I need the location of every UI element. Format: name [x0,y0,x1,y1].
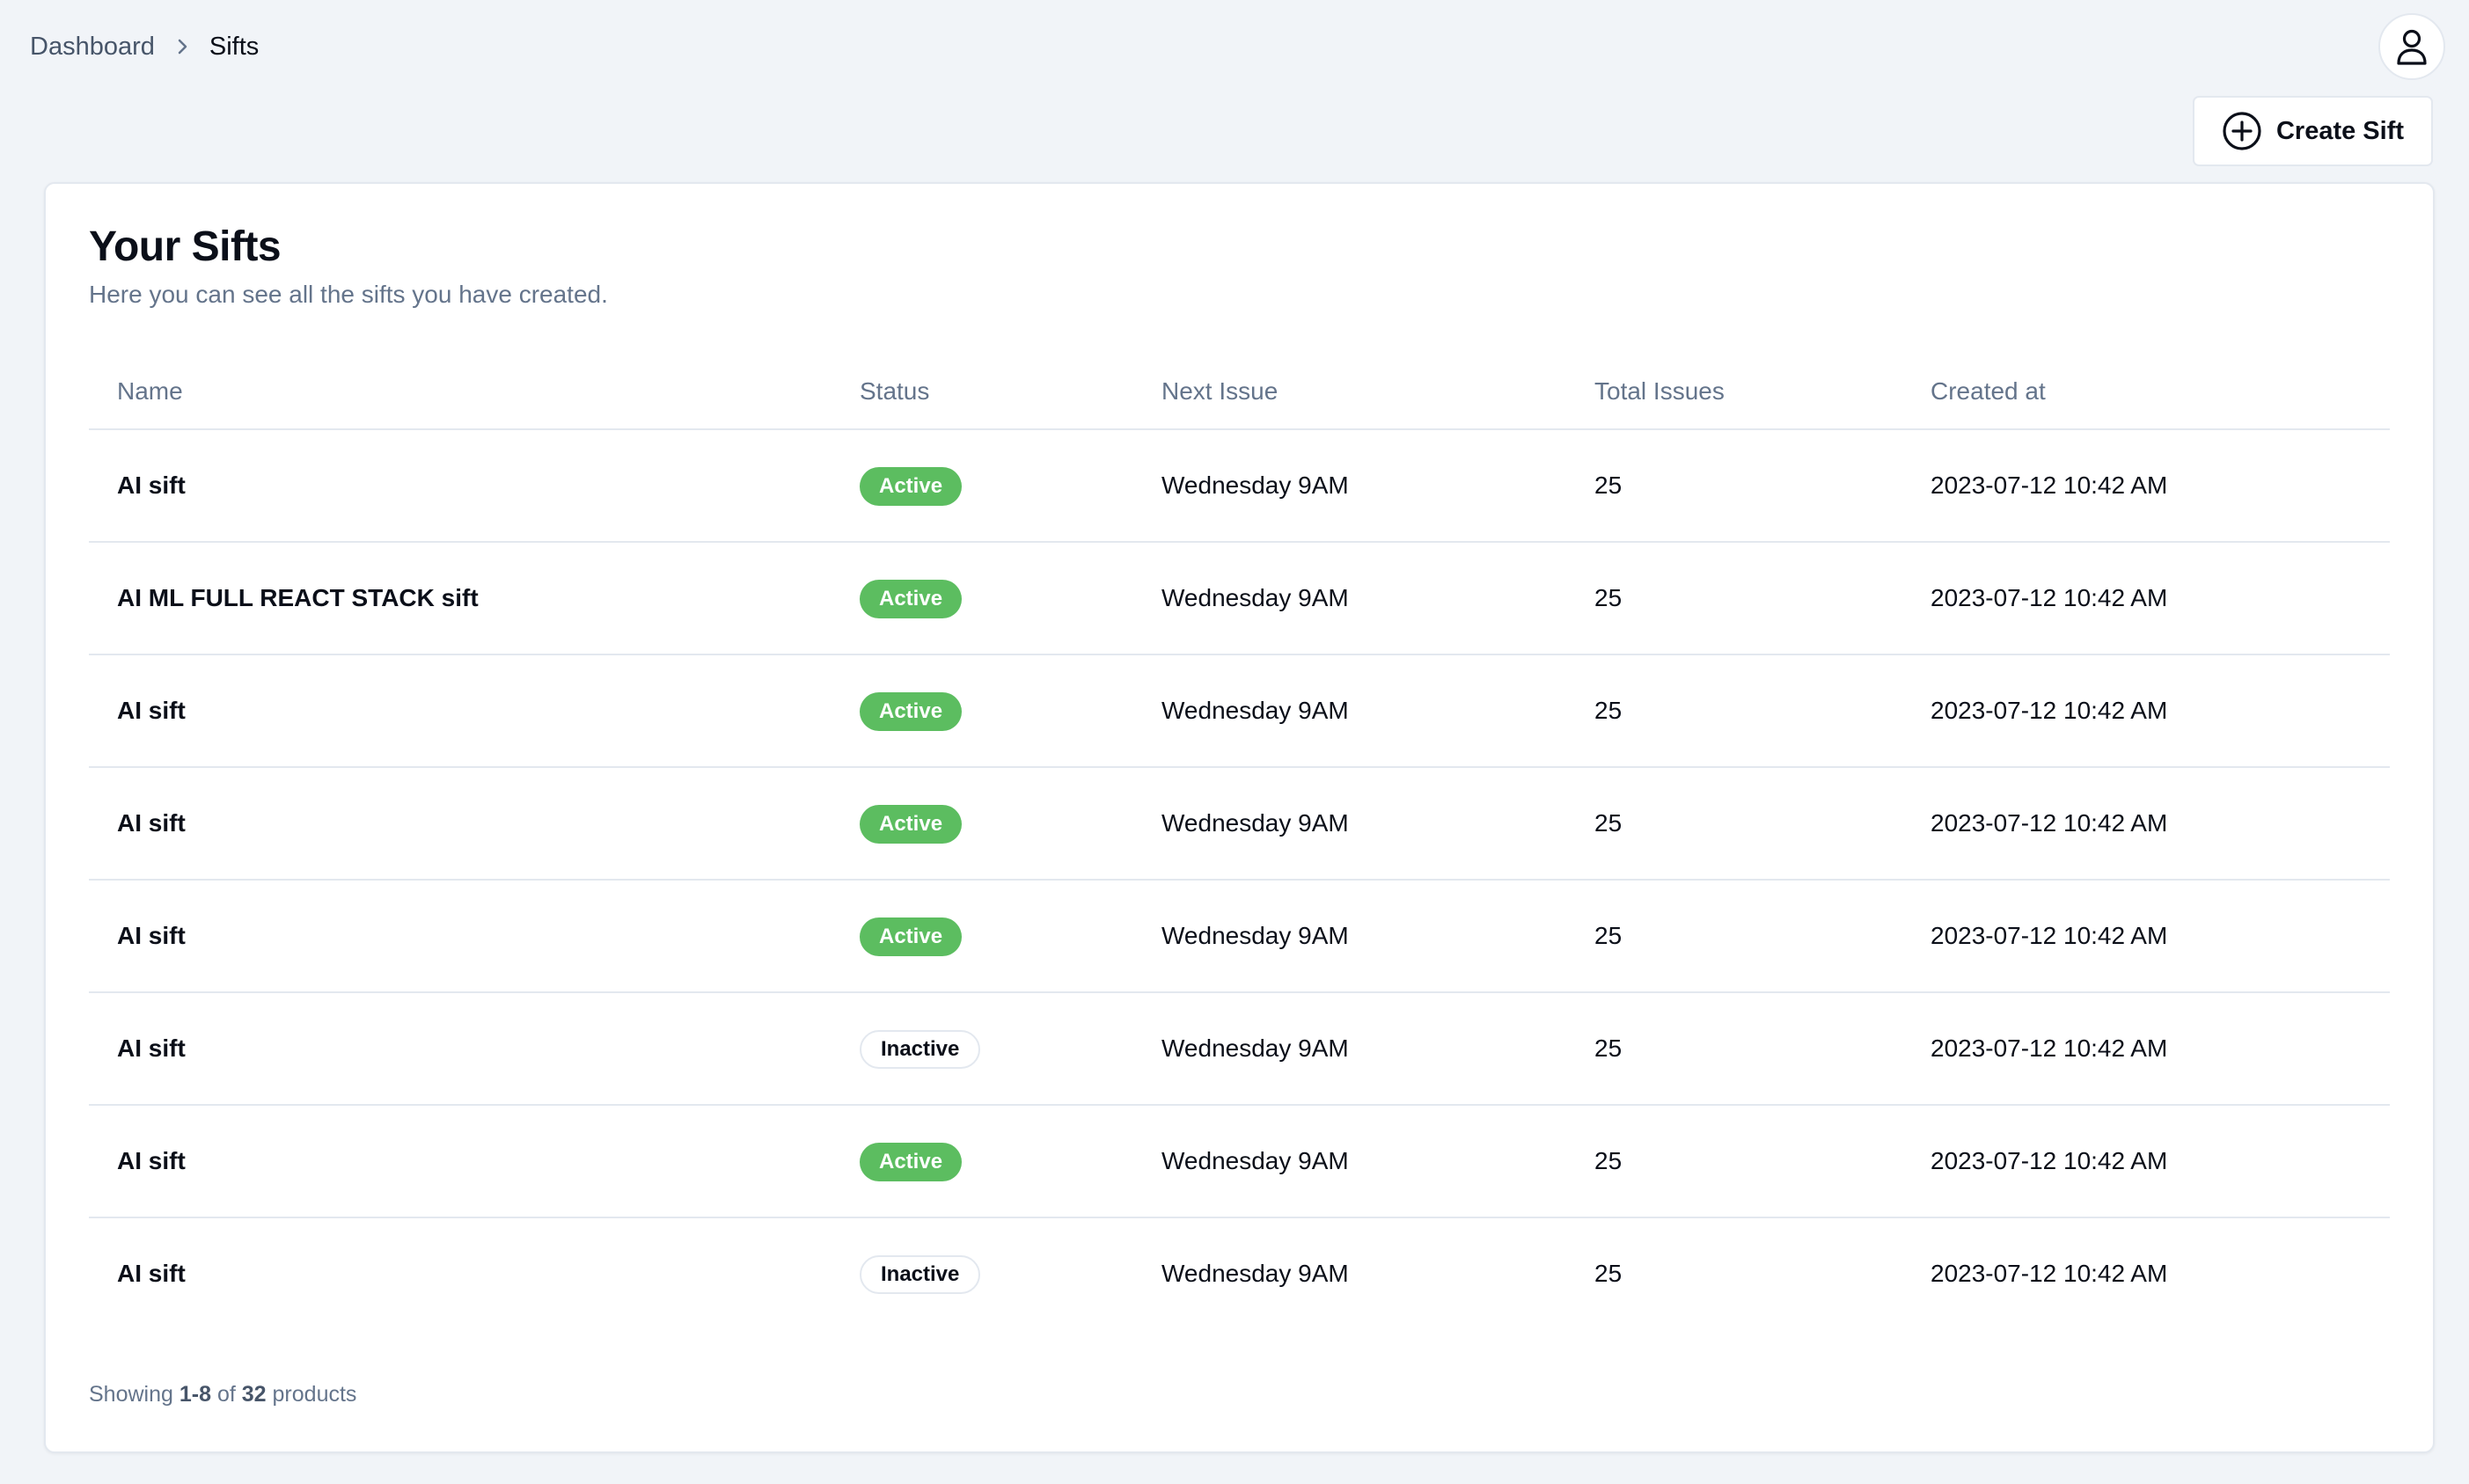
table-row[interactable]: AI sift Inactive Wednesday 9AM 25 2023-0… [89,1218,2390,1331]
created-at: 2023-07-12 10:42 AM [1931,922,2168,949]
total-issues: 25 [1594,697,1623,724]
breadcrumb-current-sifts: Sifts [209,32,260,61]
breadcrumb-link-dashboard[interactable]: Dashboard [30,33,155,62]
column-header-name: Name [117,377,183,405]
next-issue: Wednesday 9AM [1161,472,1349,499]
table-row[interactable]: AI ML FULL REACT STACK sift Active Wedne… [89,543,2390,655]
created-at: 2023-07-12 10:42 AM [1931,1147,2168,1174]
status-badge: Inactive [860,1255,981,1294]
next-issue: Wednesday 9AM [1161,697,1349,724]
total-issues: 25 [1594,1260,1623,1287]
pagination-total: 32 [241,1382,267,1407]
plus-circle-icon [2222,111,2262,151]
column-header-total-issues: Total Issues [1594,377,1725,405]
pagination-summary: Showing 1-8 of 32 products [89,1382,356,1407]
sift-name: AI ML FULL REACT STACK sift [117,584,479,611]
total-issues: 25 [1594,922,1623,949]
created-at: 2023-07-12 10:42 AM [1931,809,2168,837]
status-badge: Active [860,917,963,956]
next-issue: Wednesday 9AM [1161,1147,1349,1174]
sift-name: AI sift [117,922,186,949]
next-issue: Wednesday 9AM [1161,1260,1349,1287]
create-sift-button[interactable]: Create Sift [2193,96,2433,166]
table-row[interactable]: AI sift Active Wednesday 9AM 25 2023-07-… [89,1106,2390,1218]
create-sift-label: Create Sift [2275,116,2405,145]
sifts-card: Your Sifts Here you can see all the sift… [44,182,2435,1453]
sift-name: AI sift [117,809,186,837]
user-icon [2394,27,2429,66]
status-badge: Active [860,1143,963,1181]
total-issues: 25 [1594,1034,1623,1062]
total-issues: 25 [1594,1147,1623,1174]
pagination-prefix: Showing [89,1382,173,1407]
page-title: Your Sifts [89,223,282,270]
pagination-suffix: products [272,1382,357,1407]
pagination-of: of [216,1382,236,1407]
status-badge: Inactive [860,1030,981,1069]
sift-name: AI sift [117,1034,186,1062]
sift-name: AI sift [117,697,186,724]
table-header: Name Status Next Issue Total Issues Crea… [89,353,2390,430]
next-issue: Wednesday 9AM [1161,1034,1349,1062]
status-badge: Active [860,467,963,506]
next-issue: Wednesday 9AM [1161,809,1349,837]
column-header-next-issue: Next Issue [1161,377,1278,405]
next-issue: Wednesday 9AM [1161,584,1349,611]
total-issues: 25 [1594,584,1623,611]
table-row[interactable]: AI sift Active Wednesday 9AM 25 2023-07-… [89,430,2390,543]
pagination-range: 1-8 [179,1382,211,1407]
table-row[interactable]: AI sift Active Wednesday 9AM 25 2023-07-… [89,655,2390,768]
total-issues: 25 [1594,809,1623,837]
status-badge: Active [860,805,963,844]
column-header-status: Status [860,377,930,405]
table-row[interactable]: AI sift Active Wednesday 9AM 25 2023-07-… [89,881,2390,993]
created-at: 2023-07-12 10:42 AM [1931,584,2168,611]
status-badge: Active [860,692,963,731]
breadcrumb: Dashboard Sifts [30,26,259,67]
sift-name: AI sift [117,1147,186,1174]
status-badge: Active [860,580,963,618]
sift-name: AI sift [117,472,186,499]
created-at: 2023-07-12 10:42 AM [1931,472,2168,499]
created-at: 2023-07-12 10:42 AM [1931,1034,2168,1062]
page-subtitle: Here you can see all the sifts you have … [89,281,608,308]
column-header-created-at: Created at [1931,377,2046,405]
sifts-table: Name Status Next Issue Total Issues Crea… [89,353,2390,1331]
sift-name: AI sift [117,1260,186,1287]
user-avatar-button[interactable] [2378,13,2445,80]
table-row[interactable]: AI sift Active Wednesday 9AM 25 2023-07-… [89,768,2390,881]
table-row[interactable]: AI sift Inactive Wednesday 9AM 25 2023-0… [89,993,2390,1106]
created-at: 2023-07-12 10:42 AM [1931,697,2168,724]
total-issues: 25 [1594,472,1623,499]
chevron-right-icon [176,37,190,56]
created-at: 2023-07-12 10:42 AM [1931,1260,2168,1287]
next-issue: Wednesday 9AM [1161,922,1349,949]
